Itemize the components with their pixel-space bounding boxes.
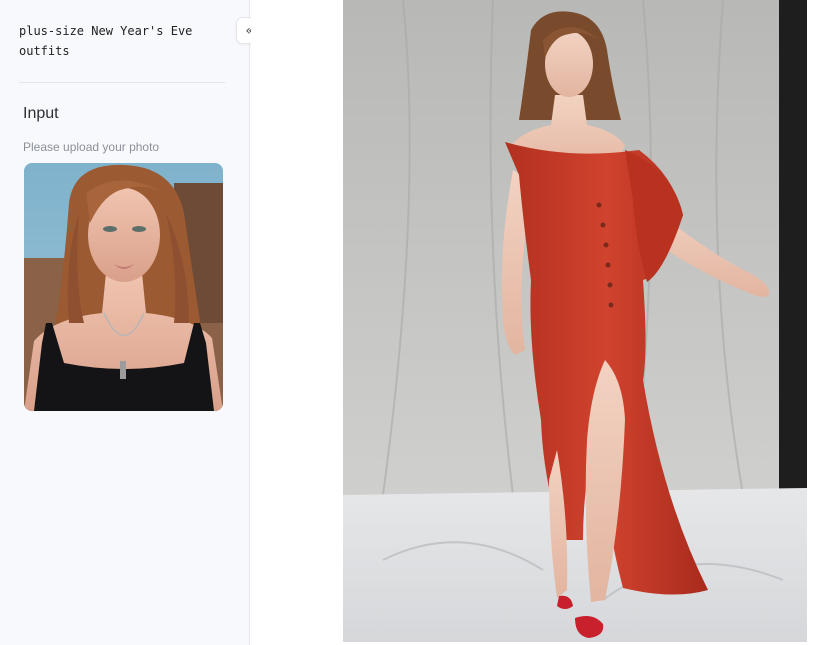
uploaded-photo-image (24, 163, 223, 411)
left-panel: plus-size New Year's Eve outfits Input P… (0, 0, 263, 645)
result-photo[interactable] (343, 0, 807, 642)
uploaded-photo[interactable] (24, 163, 223, 411)
result-photo-image (343, 0, 807, 642)
prompt-text: plus-size New Year's Eve outfits (19, 24, 193, 58)
main-panel (251, 0, 833, 645)
input-section-title: Input (23, 105, 59, 122)
divider (19, 82, 225, 83)
upload-hint: Please upload your photo (23, 140, 160, 154)
right-gutter (807, 0, 833, 645)
